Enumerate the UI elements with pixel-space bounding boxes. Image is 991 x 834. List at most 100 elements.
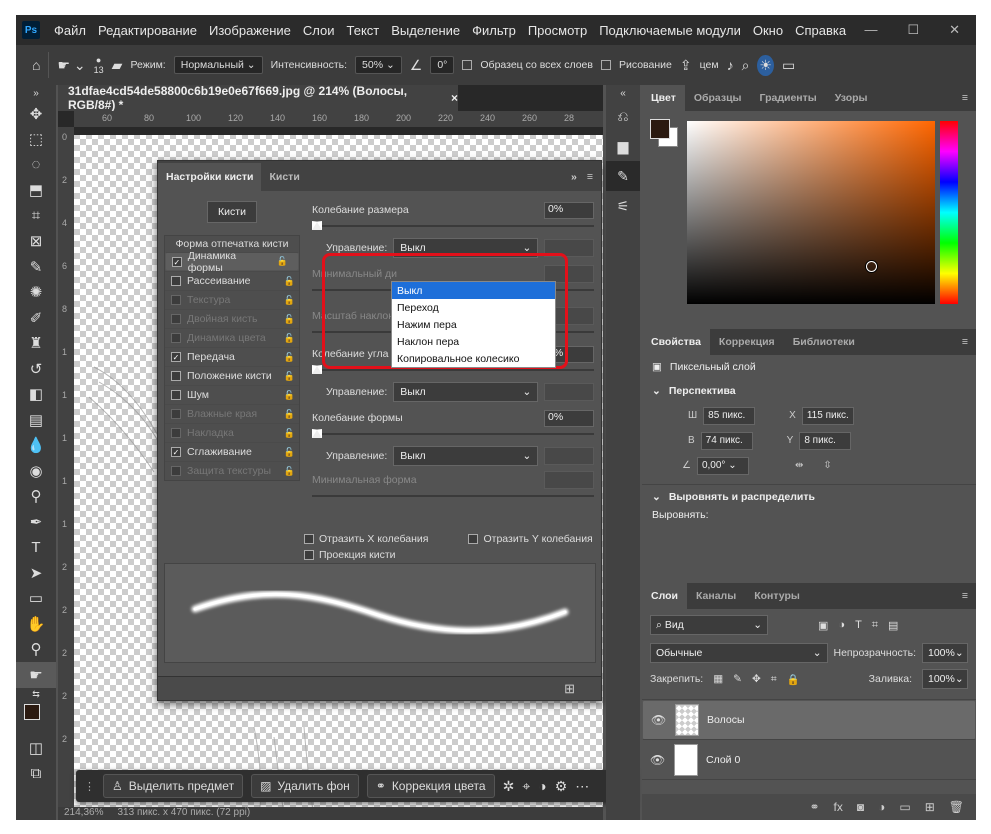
- collapse-icon[interactable]: »: [571, 171, 577, 183]
- tab-patterns[interactable]: Узоры: [826, 85, 877, 111]
- saturation-value-field[interactable]: [687, 121, 935, 304]
- flip-vertical-icon[interactable]: ⇳: [823, 460, 831, 471]
- option-pen-pressure[interactable]: Нажим пера: [392, 316, 555, 333]
- brush-option-row[interactable]: ✓ Сглаживание 🔓: [165, 442, 299, 461]
- workspace-icon[interactable]: ▭: [782, 57, 795, 74]
- option-fade[interactable]: Переход: [392, 299, 555, 316]
- brush-option-checkbox[interactable]: [171, 276, 181, 286]
- brush-option-row[interactable]: Рассеивание 🔓: [165, 271, 299, 290]
- history-brush-icon[interactable]: ↺: [16, 356, 56, 382]
- menu-edit[interactable]: Редактирование: [92, 23, 203, 38]
- tab-channels[interactable]: Каналы: [687, 583, 745, 609]
- brush-option-checkbox[interactable]: [171, 428, 181, 438]
- lock-icon[interactable]: 🔓: [284, 371, 295, 382]
- eye-icon[interactable]: 👁: [651, 713, 667, 727]
- brush-option-checkbox[interactable]: [171, 409, 181, 419]
- layer-filter-select[interactable]: ⌕ Вид ⌄: [650, 615, 768, 635]
- brush-option-checkbox[interactable]: ✓: [171, 447, 181, 457]
- delete-layer-icon[interactable]: 🗑: [949, 800, 964, 814]
- close-icon[interactable]: ✕: [949, 22, 960, 38]
- link-layers-icon[interactable]: ⚭: [809, 800, 819, 814]
- lock-icon[interactable]: 🔓: [284, 295, 295, 306]
- lock-icon[interactable]: 🔓: [284, 314, 295, 325]
- sparkle-icon[interactable]: ✲: [503, 778, 515, 795]
- crop-tool-icon[interactable]: ⌗: [16, 203, 56, 229]
- menu-plugins[interactable]: Подключаемые модули: [593, 23, 747, 38]
- home-icon[interactable]: ⌂: [32, 57, 40, 73]
- new-brush-icon[interactable]: ⊞: [564, 681, 575, 697]
- menu-file[interactable]: Файл: [48, 23, 92, 38]
- dodge-tool-2-icon[interactable]: ⚲: [16, 484, 56, 510]
- brush-option-checkbox[interactable]: [171, 333, 181, 343]
- swap-colors-icon[interactable]: ⇆: [16, 688, 56, 702]
- lock-transparent-icon[interactable]: ▦: [713, 673, 723, 685]
- foreground-swatch[interactable]: [24, 703, 40, 720]
- intensity-input[interactable]: 50% ⌄: [355, 56, 402, 74]
- filter-adjust-icon[interactable]: ◑: [838, 619, 845, 631]
- adjustment-layer-icon[interactable]: ◑: [878, 800, 885, 814]
- brush-option-row[interactable]: Динамика цвета 🔓: [165, 328, 299, 347]
- transform-icon[interactable]: ⌖: [522, 778, 530, 795]
- hue-slider[interactable]: [940, 121, 958, 304]
- collapse-icon[interactable]: »: [16, 85, 56, 101]
- hand-tool-icon[interactable]: ✋: [16, 611, 56, 637]
- panel-menu-icon[interactable]: ≡: [587, 171, 593, 183]
- foreground-color[interactable]: [650, 119, 670, 139]
- angle-input[interactable]: 0°: [430, 56, 455, 74]
- lock-all-icon[interactable]: 🔒: [787, 673, 800, 686]
- menu-filter[interactable]: Фильтр: [466, 23, 522, 38]
- lock-icon[interactable]: 🔓: [284, 333, 295, 344]
- eraser-icon[interactable]: ◧: [16, 382, 56, 408]
- lock-artboard-icon[interactable]: ⌗: [771, 673, 777, 686]
- roundness-jitter-input[interactable]: 0%: [544, 409, 594, 427]
- tab-paths[interactable]: Контуры: [745, 583, 809, 609]
- path-select-icon[interactable]: ➤: [16, 560, 56, 586]
- color-swatches[interactable]: [16, 702, 56, 736]
- layer-row[interactable]: 👁 Волосы: [642, 700, 976, 740]
- brush-settings-panel-icon[interactable]: ✎: [606, 161, 640, 191]
- zoom-tool-icon[interactable]: ⚲: [16, 637, 56, 663]
- search-icon[interactable]: ⌕: [742, 57, 750, 74]
- type-tool-icon[interactable]: T: [16, 535, 56, 561]
- roundness-control-dropdown[interactable]: Выкл ⌄: [393, 446, 539, 466]
- more-icon[interactable]: ⋯: [575, 778, 589, 795]
- healing-brush-icon[interactable]: ✺: [16, 280, 56, 306]
- finger-painting-checkbox[interactable]: [600, 60, 611, 70]
- brush-option-row[interactable]: Шум 🔓: [165, 385, 299, 404]
- flip-horizontal-icon[interactable]: ⇹: [795, 460, 803, 471]
- lock-icon[interactable]: 🔓: [284, 428, 295, 439]
- brushes-button[interactable]: Кисти: [207, 201, 257, 223]
- lock-icon[interactable]: 🔓: [284, 466, 295, 477]
- move-tool-icon[interactable]: ✥: [16, 101, 56, 127]
- new-group-icon[interactable]: ▭: [899, 800, 910, 814]
- menu-image[interactable]: Изображение: [203, 23, 297, 38]
- blur-tool-icon[interactable]: 💧: [16, 433, 56, 459]
- menu-view[interactable]: Просмотр: [522, 23, 593, 38]
- color-correction-button[interactable]: ⚭ Коррекция цвета: [366, 774, 495, 798]
- flip-y-option[interactable]: Отразить Y колебания: [468, 533, 593, 545]
- tab-adjustments[interactable]: Коррекция: [710, 329, 784, 355]
- brush-option-row[interactable]: ✓ Динамика формы 🔓: [165, 250, 299, 274]
- lock-icon[interactable]: 🔓: [284, 390, 295, 401]
- tab-libraries[interactable]: Библиотеки: [784, 329, 864, 355]
- option-stylus-wheel[interactable]: Копировальное колесико: [392, 350, 555, 367]
- remove-background-button[interactable]: ▨ Удалить фон: [251, 774, 359, 798]
- size-jitter-input[interactable]: 0%: [544, 201, 594, 219]
- opacity-input[interactable]: 100% ⌄: [922, 643, 968, 663]
- menu-select[interactable]: Выделение: [385, 23, 466, 38]
- minimize-icon[interactable]: —: [864, 22, 877, 38]
- filter-shape-icon[interactable]: ⌗: [872, 619, 878, 632]
- filter-pixel-icon[interactable]: ▣: [818, 619, 828, 632]
- generate-icon[interactable]: ⚙: [555, 778, 568, 795]
- eyedropper-icon[interactable]: ✎: [16, 254, 56, 280]
- brush-option-checkbox[interactable]: ✓: [171, 352, 181, 362]
- brush-option-checkbox[interactable]: [171, 314, 181, 324]
- document-tab[interactable]: 31dfae4cd54de58800c6b19e0e67f669.jpg @ 2…: [58, 84, 458, 112]
- select-subject-button[interactable]: ♙ Выделить предмет: [103, 774, 244, 798]
- tab-layers[interactable]: Слои: [642, 583, 687, 609]
- comments-panel-icon[interactable]: ▆: [606, 131, 640, 161]
- brush-option-row[interactable]: ✓ Передача 🔓: [165, 347, 299, 366]
- share-icon[interactable]: ⇪: [680, 57, 692, 74]
- lock-icon[interactable]: 🔓: [277, 256, 288, 267]
- adjust-icon[interactable]: ◑: [538, 778, 546, 794]
